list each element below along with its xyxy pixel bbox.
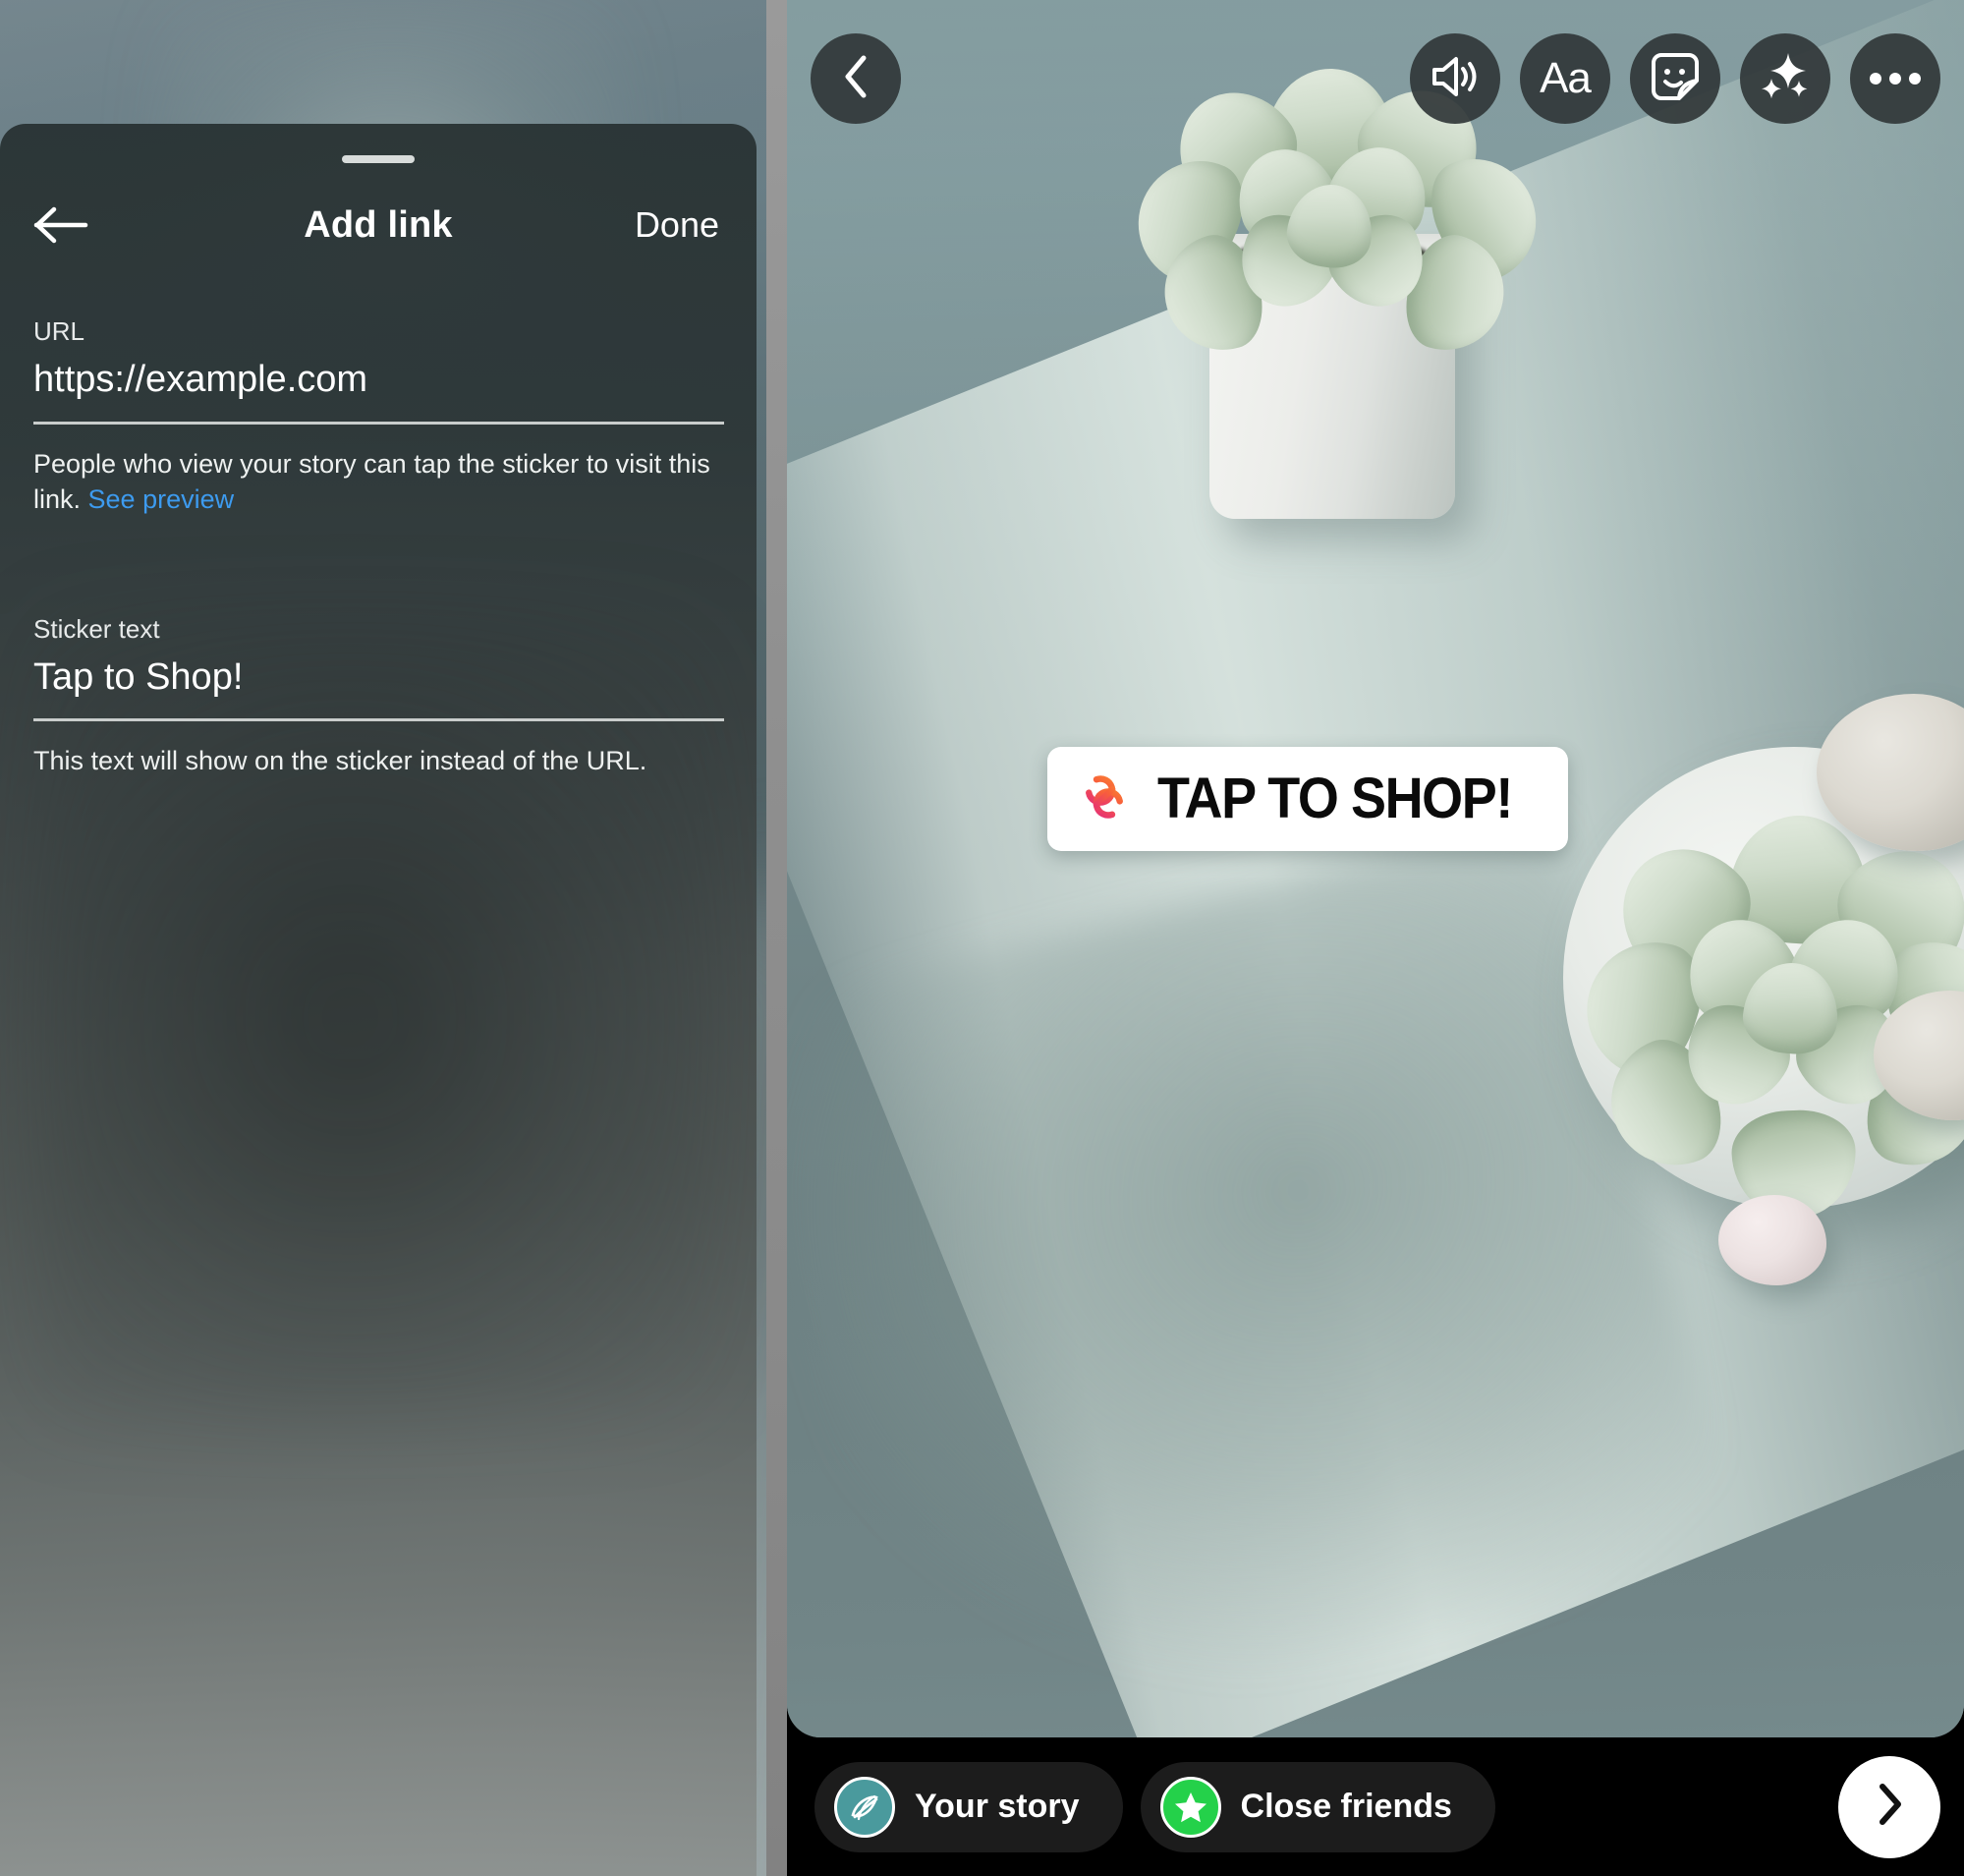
add-link-panel: Add link Done URL https://example.com Pe… (0, 0, 766, 1876)
close-friends-button[interactable]: Close friends (1140, 1761, 1495, 1852)
text-icon: Aa (1540, 54, 1592, 102)
decorative-stone (1718, 1195, 1826, 1285)
story-editor-panel: TAP TO SHOP! Aa Your story Close friends (787, 0, 1964, 1876)
link-sticker[interactable]: TAP TO SHOP! (1047, 747, 1569, 851)
arrow-left-icon (33, 203, 88, 247)
story-toolbar: Aa (787, 0, 1964, 157)
effects-button[interactable] (1740, 33, 1830, 124)
more-button[interactable] (1850, 33, 1940, 124)
story-bottom-bar: Your story Close friends (787, 1737, 1964, 1876)
sticker-text-label: Sticker text (33, 613, 160, 644)
link-sticker-label: TAP TO SHOP! (1157, 767, 1513, 830)
sticker-text-help: This text will show on the sticker inste… (33, 746, 647, 776)
story-canvas[interactable]: TAP TO SHOP! Aa (787, 0, 1964, 1737)
url-field-underline (33, 421, 724, 425)
sheet-drag-handle[interactable] (342, 155, 415, 163)
speaker-icon (1430, 53, 1481, 105)
sheet-header: Add link Done (33, 191, 723, 259)
back-button[interactable] (33, 199, 96, 252)
send-button[interactable] (1838, 1755, 1940, 1858)
url-input[interactable]: https://example.com (33, 357, 723, 422)
sticker-text-input[interactable]: Tap to Shop! (33, 654, 723, 719)
sticker-text-field-group: Sticker text Tap to Shop! This text will… (33, 613, 724, 779)
text-button[interactable]: Aa (1520, 33, 1610, 124)
sticker-smiley-icon (1650, 51, 1701, 107)
add-link-bottom-sheet: Add link Done URL https://example.com Pe… (0, 124, 757, 1876)
chevron-left-icon (839, 53, 872, 105)
sticker-text-underline (33, 718, 724, 722)
url-field-help: People who view your story can tap the s… (33, 446, 721, 518)
panel-divider (766, 0, 787, 1876)
ellipsis-icon (1870, 73, 1921, 85)
back-button[interactable] (811, 33, 901, 124)
close-friends-label: Close friends (1240, 1788, 1452, 1825)
done-button[interactable]: Done (631, 199, 723, 252)
screenshot-root: Add link Done URL https://example.com Pe… (0, 0, 1964, 1876)
sticker-button[interactable] (1630, 33, 1720, 124)
profile-avatar-icon (834, 1776, 895, 1838)
see-preview-link[interactable]: See preview (88, 484, 235, 514)
your-story-label: Your story (915, 1788, 1080, 1825)
green-star-icon (1159, 1776, 1221, 1838)
sound-button[interactable] (1410, 33, 1500, 124)
your-story-button[interactable]: Your story (814, 1761, 1123, 1852)
chevron-right-icon (1873, 1782, 1906, 1832)
sparkles-icon (1759, 50, 1812, 108)
field-spacer (33, 518, 723, 557)
page-title: Add link (304, 203, 453, 246)
url-field-label: URL (33, 316, 85, 346)
url-field-group: URL https://example.com People who view … (33, 316, 724, 518)
link-chain-icon (1073, 766, 1136, 833)
